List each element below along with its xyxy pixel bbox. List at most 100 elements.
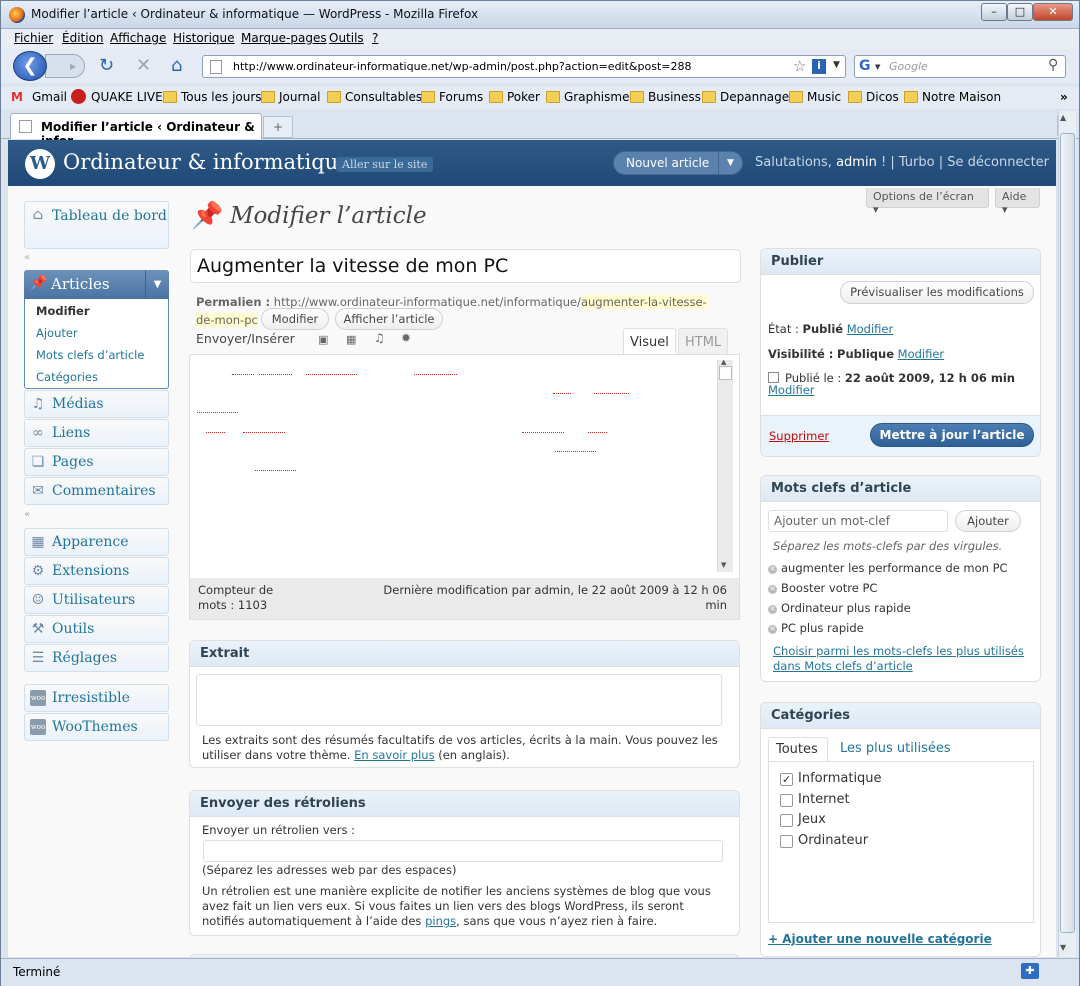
- new-tag-input[interactable]: Ajouter un mot-clef: [768, 510, 948, 532]
- menu-help[interactable]: ?: [372, 31, 378, 45]
- edit-permalink-button[interactable]: Modifier: [261, 308, 329, 330]
- view-post-button[interactable]: Afficher l’article: [335, 308, 443, 330]
- edit-visibility-link[interactable]: Modifier: [898, 347, 945, 361]
- editor-scrollbar[interactable]: ▲ ▼: [717, 358, 733, 572]
- search-box[interactable]: G ▼ Google ⚲: [854, 55, 1066, 78]
- menu-separator[interactable]: «: [24, 252, 30, 263]
- choose-tags-line[interactable]: dans Mots clefs d’article: [773, 659, 913, 673]
- bookmark-quake[interactable]: QUAKE LIVE: [91, 90, 163, 104]
- chevron-down-icon[interactable]: ▼: [145, 270, 169, 299]
- sidebar-item-outils[interactable]: ⚒ Outils: [24, 615, 169, 643]
- bookmark-tous-les-jours[interactable]: Tous les jours: [181, 90, 262, 104]
- scroll-up-icon[interactable]: ▲: [721, 358, 726, 366]
- scrollbar-thumb[interactable]: [719, 366, 732, 380]
- tags-title[interactable]: Mots clefs d’article: [761, 476, 1040, 502]
- url-bar[interactable]: http://www.ordinateur-informatique.net/w…: [202, 55, 846, 78]
- submenu-modifier[interactable]: Modifier: [36, 304, 90, 318]
- category-checkbox[interactable]: [780, 814, 793, 827]
- learn-more-link[interactable]: En savoir plus: [354, 748, 434, 762]
- bookmark-graphisme[interactable]: Graphisme: [564, 90, 629, 104]
- sidebar-item-irresistible[interactable]: woo Irresistible: [24, 684, 169, 712]
- scrollbar-thumb[interactable]: [1060, 133, 1075, 933]
- bookmark-poker[interactable]: Poker: [507, 90, 540, 104]
- tab-all-categories[interactable]: Toutes: [768, 737, 828, 762]
- trackback-url-input[interactable]: [203, 840, 723, 862]
- tab-html[interactable]: HTML: [678, 328, 729, 354]
- submenu-mots-clefs[interactable]: Mots clefs d’article: [36, 348, 144, 362]
- scroll-down-icon[interactable]: ▼: [1060, 943, 1066, 952]
- categories-title[interactable]: Catégories: [761, 703, 1040, 729]
- bookmark-notre-maison[interactable]: Notre Maison: [922, 90, 1001, 104]
- bookmark-music[interactable]: Music: [807, 90, 841, 104]
- sidebar-item-commentaires[interactable]: ✉ Commentaires: [24, 477, 169, 505]
- bookmark-journal[interactable]: Journal: [279, 90, 321, 104]
- menu-historique[interactable]: Historique: [173, 31, 235, 45]
- new-post-button[interactable]: Nouvel article ▼: [613, 151, 743, 175]
- help-button[interactable]: Aide ▾: [995, 188, 1040, 216]
- sidebar-item-medias[interactable]: ♫ Médias: [24, 390, 169, 418]
- bookmarks-overflow-icon[interactable]: »: [1060, 90, 1068, 104]
- edit-date-link[interactable]: Modifier: [768, 383, 815, 398]
- excerpt-textarea[interactable]: [196, 674, 722, 726]
- permalink-slug[interactable]: de-mon-pc: [196, 313, 258, 327]
- add-media-icon[interactable]: ✹: [401, 331, 411, 345]
- sidebar-item-woothemes[interactable]: woo WooThemes: [24, 713, 169, 741]
- bookmark-consultables[interactable]: Consultables: [345, 90, 422, 104]
- menu-separator[interactable]: «: [24, 509, 30, 520]
- remove-tag-icon[interactable]: ✕: [768, 625, 777, 634]
- forward-button[interactable]: ▸: [45, 54, 85, 78]
- menu-marque-pages[interactable]: Marque-pages: [241, 31, 327, 45]
- url-dropdown-icon[interactable]: ▼: [833, 60, 840, 70]
- add-image-icon[interactable]: ▣: [318, 333, 328, 346]
- chevron-down-icon[interactable]: ▼: [718, 152, 742, 174]
- sidebar-item-utilisateurs[interactable]: ☺ Utilisateurs: [24, 586, 169, 614]
- tab-visual[interactable]: Visuel: [623, 328, 676, 354]
- category-checkbox[interactable]: [780, 835, 793, 848]
- menu-outils[interactable]: Outils: [329, 31, 364, 45]
- back-button[interactable]: ❮: [13, 51, 47, 81]
- category-checkbox[interactable]: [780, 794, 793, 807]
- menu-fichier[interactable]: Fichier: [14, 31, 53, 45]
- permalink-slug[interactable]: augmenter-la-vitesse-: [580, 295, 707, 309]
- excerpt-title[interactable]: Extrait: [190, 641, 739, 667]
- bookmark-dicos[interactable]: Dicos: [866, 90, 899, 104]
- sidebar-item-pages[interactable]: ❏ Pages: [24, 448, 169, 476]
- scroll-down-icon[interactable]: ▼: [721, 561, 726, 569]
- bookmark-business[interactable]: Business: [648, 90, 701, 104]
- browser-tab[interactable]: Modifier l’article ‹ Ordinateur & infor.…: [10, 113, 262, 148]
- post-title-input[interactable]: Augmenter la vitesse de mon PC: [190, 249, 741, 283]
- choose-tags-line[interactable]: Choisir parmi les mots-clefs les plus ut…: [773, 644, 1024, 658]
- submenu-categories[interactable]: Catégories: [36, 370, 98, 384]
- search-icon[interactable]: ⚲: [1048, 57, 1058, 73]
- post-content-editor[interactable]: [189, 354, 740, 616]
- home-icon[interactable]: ⌂: [171, 56, 182, 76]
- submenu-ajouter[interactable]: Ajouter: [36, 326, 78, 340]
- edit-status-link[interactable]: Modifier: [847, 322, 894, 336]
- new-tab-button[interactable]: +: [263, 116, 293, 138]
- tab-popular-categories[interactable]: Les plus utilisées: [840, 741, 951, 756]
- add-category-link[interactable]: + Ajouter une nouvelle catégorie: [768, 932, 992, 947]
- add-tag-button[interactable]: Ajouter: [955, 510, 1021, 532]
- info-icon[interactable]: i: [812, 59, 826, 74]
- page-scrollbar[interactable]: ▲ ▼: [1058, 111, 1076, 957]
- maximize-button[interactable]: □: [1007, 3, 1033, 21]
- update-post-button[interactable]: Mettre à jour l’article: [870, 423, 1034, 447]
- sidebar-item-extensions[interactable]: ⚙ Extensions: [24, 557, 169, 585]
- menu-edition[interactable]: Édition: [62, 31, 104, 45]
- visit-site-button[interactable]: Aller sur le site: [336, 157, 434, 172]
- choose-tags-link[interactable]: Choisir parmi les mots-clefs les plus ut…: [773, 644, 1038, 674]
- close-window-button[interactable]: ✕: [1033, 3, 1073, 21]
- delete-link[interactable]: Supprimer: [769, 429, 829, 444]
- bookmark-forums[interactable]: Forums: [439, 90, 483, 104]
- minimize-button[interactable]: –: [981, 3, 1007, 21]
- menu-affichage[interactable]: Affichage: [110, 31, 166, 45]
- add-audio-icon[interactable]: ♫: [374, 331, 385, 345]
- bookmark-gmail[interactable]: Gmail: [32, 90, 67, 104]
- star-icon[interactable]: ☆: [793, 57, 806, 75]
- scroll-up-icon[interactable]: ▲: [1060, 113, 1066, 122]
- stop-icon[interactable]: ✕: [136, 56, 151, 76]
- reload-icon[interactable]: ↻: [99, 56, 114, 76]
- greeting-links[interactable]: ! | Turbo | Se déconnecter: [881, 155, 1049, 170]
- screen-options-button[interactable]: Options de l’écran ▾: [866, 188, 989, 216]
- sidebar-item-liens[interactable]: ∞ Liens: [24, 419, 169, 447]
